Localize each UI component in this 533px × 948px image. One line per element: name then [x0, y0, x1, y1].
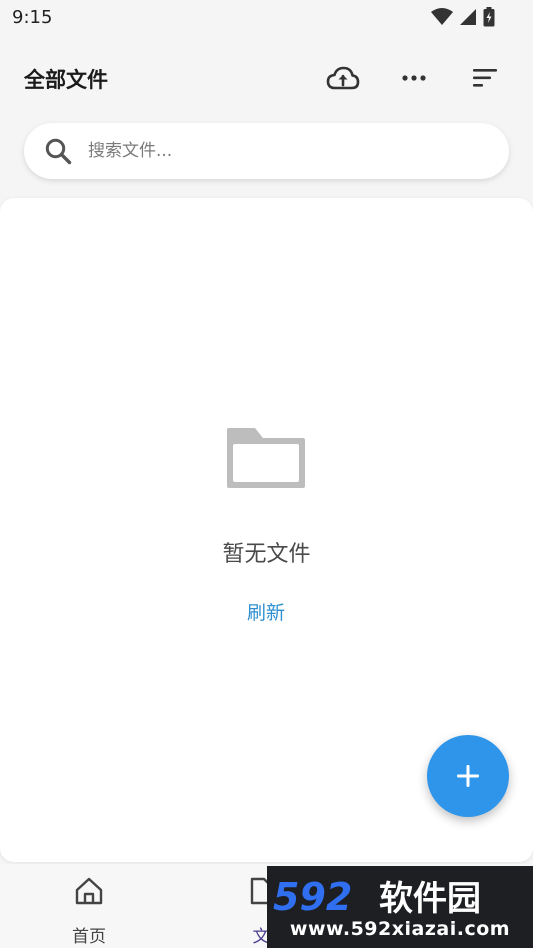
nav-label-home: 首页: [72, 927, 106, 947]
search-bar[interactable]: [24, 123, 509, 179]
status-bar: 9:15: [0, 0, 533, 36]
sort-button[interactable]: [465, 60, 505, 96]
status-icons: [431, 7, 495, 27]
wifi-icon: [431, 8, 453, 25]
svg-text:软件园: 软件园: [379, 879, 481, 919]
more-button[interactable]: [394, 60, 434, 96]
status-time: 9:15: [12, 7, 53, 28]
watermark-logo: 592 软件园: [273, 875, 481, 919]
app-screen: 9:15 全部文件 搜索文件... 暂无文件 刷新 首页 文 592 软件园 w…: [0, 0, 533, 948]
svg-text:592: 592: [273, 875, 352, 919]
cell-signal-icon: [460, 9, 476, 25]
more-icon: [402, 75, 426, 81]
sort-icon: [473, 69, 497, 87]
plus-icon: [457, 765, 479, 787]
add-file-button[interactable]: [427, 735, 509, 817]
home-icon: [75, 877, 103, 905]
folder-icon: [227, 428, 305, 488]
refresh-link[interactable]: 刷新: [216, 598, 316, 625]
search-input[interactable]: [88, 137, 488, 165]
search-icon: [45, 138, 72, 165]
app-header: 全部文件: [0, 50, 533, 106]
battery-icon: [483, 7, 495, 27]
watermark: 592 软件园 www.592xiazai.com: [267, 866, 533, 948]
empty-state-message: 暂无文件: [222, 542, 311, 567]
watermark-url: www.592xiazai.com: [289, 918, 511, 940]
nav-item-home[interactable]: 首页: [44, 874, 134, 947]
cloud-upload-icon: [326, 66, 360, 90]
cloud-upload-button[interactable]: [323, 60, 363, 96]
page-title: 全部文件: [24, 68, 108, 92]
